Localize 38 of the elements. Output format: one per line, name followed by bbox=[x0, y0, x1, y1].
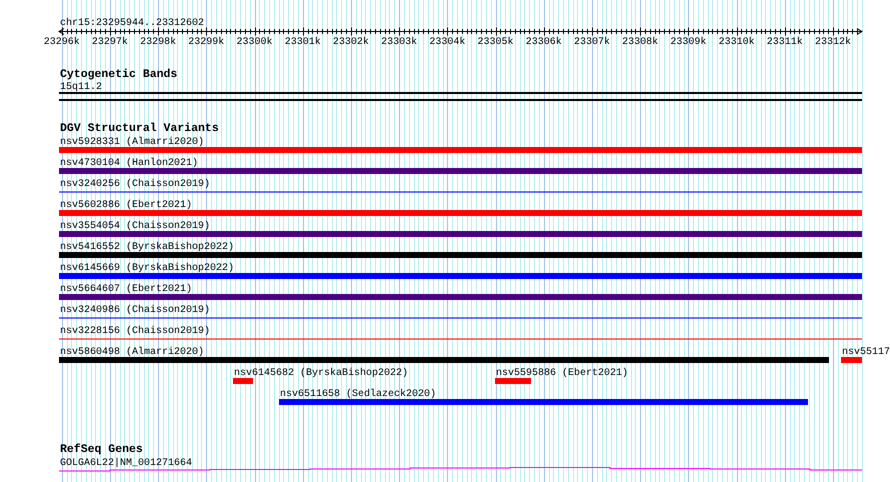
variant-label: nsv3240256 (Chaisson2019) bbox=[60, 179, 210, 190]
ruler-label: 23308k bbox=[622, 37, 658, 48]
variant-label: nsv5595886 (Ebert2021) bbox=[496, 368, 628, 379]
variant-label: nsv3240986 (Chaisson2019) bbox=[60, 305, 210, 316]
ruler-label: 23304k bbox=[429, 37, 466, 48]
ruler-label: 23306k bbox=[526, 37, 562, 48]
ruler-label: 23298k bbox=[140, 37, 176, 48]
variant-label: nsv6145682 (ByrskaBishop2022) bbox=[234, 368, 408, 379]
track-title: Cytogenetic Bands bbox=[60, 68, 178, 81]
band-label: 15q11.2 bbox=[60, 82, 102, 93]
ruler-label: 23302k bbox=[332, 37, 369, 48]
variant-label: nsv5928331 (Almarri2020) bbox=[60, 137, 204, 148]
ruler-label: 23309k bbox=[670, 37, 706, 48]
variant-label: nsv5664607 (Ebert2021) bbox=[60, 284, 192, 295]
variant-label: nsv55117 bbox=[842, 347, 890, 358]
variant-label: nsv6145669 (ByrskaBishop2022) bbox=[60, 263, 234, 274]
variant-label: nsv5416552 (ByrskaBishop2022) bbox=[60, 242, 234, 253]
track-title: RefSeq Genes bbox=[60, 443, 143, 456]
variant-label: nsv4730104 (Hanlon2021) bbox=[60, 158, 198, 169]
ruler-label: 23299k bbox=[188, 37, 224, 48]
ruler-label: 23297k bbox=[92, 37, 128, 48]
ruler-label: 23300k bbox=[236, 37, 273, 48]
locus-label: chr15:23295944..23312602 bbox=[60, 18, 204, 29]
variant-label: nsv6511658 (Sedlazeck2020) bbox=[280, 389, 436, 400]
variant-label: nsv3554054 (Chaisson2019) bbox=[60, 221, 210, 232]
ruler-label: 23312k bbox=[814, 37, 851, 48]
variant-label: nsv5602886 (Ebert2021) bbox=[60, 200, 192, 211]
gene-label: GOLGA6L22|NM_001271664 bbox=[60, 458, 192, 469]
ruler-label: 23296k bbox=[44, 37, 80, 48]
ruler-label: 23305k bbox=[478, 37, 514, 48]
ruler-label: 23310k bbox=[718, 37, 755, 48]
variant-label: nsv3228156 (Chaisson2019) bbox=[60, 326, 210, 337]
ruler-label: 23311k bbox=[766, 37, 803, 48]
ruler-label: 23303k bbox=[381, 37, 418, 48]
ruler-label: 23307k bbox=[574, 37, 610, 48]
track-title: DGV Structural Variants bbox=[60, 122, 219, 135]
variant-label: nsv5860498 (Almarri2020) bbox=[60, 347, 204, 358]
ruler-label: 23301k bbox=[284, 37, 321, 48]
